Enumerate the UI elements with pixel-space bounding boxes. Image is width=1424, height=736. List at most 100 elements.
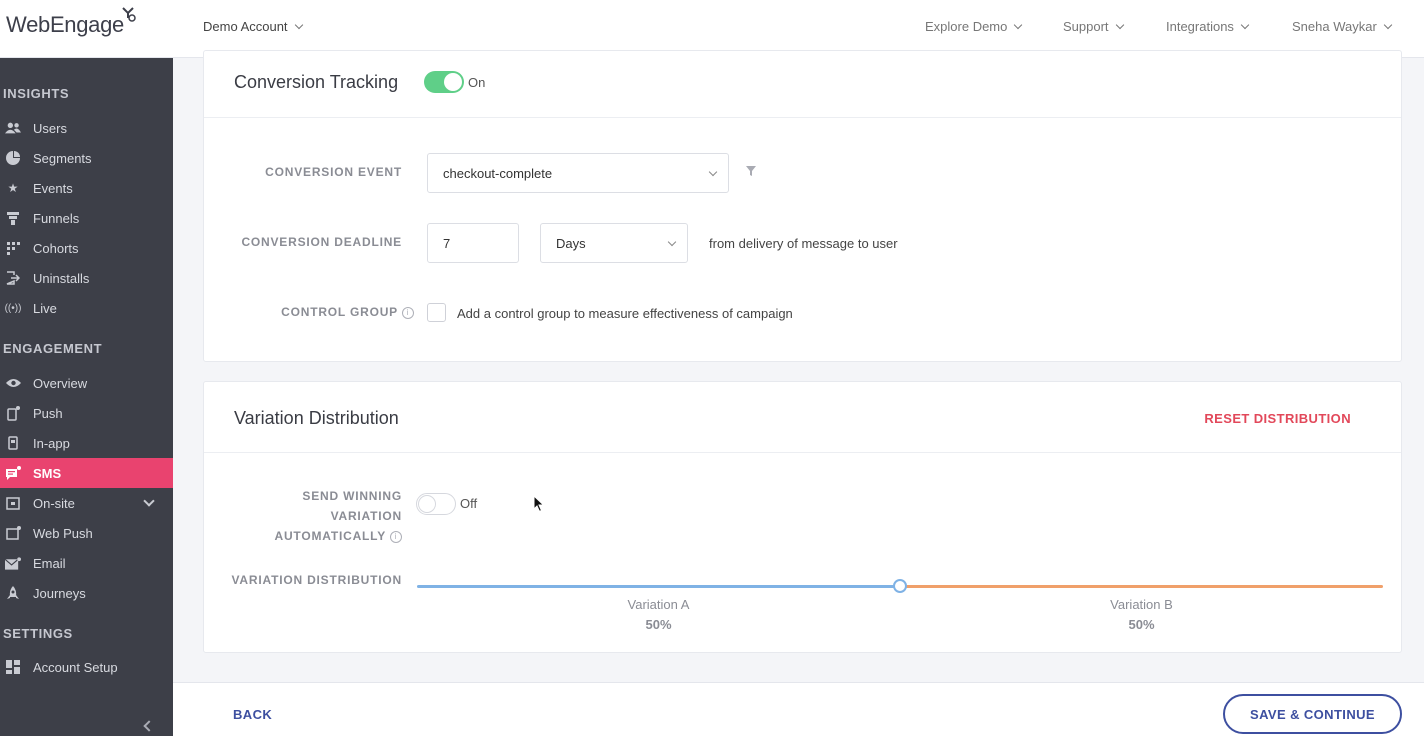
sidebar-item-push[interactable]: Push <box>0 398 173 428</box>
info-icon[interactable]: i <box>402 307 414 319</box>
grid-icon <box>5 241 21 255</box>
variation-distribution-label: VARIATION DISTRIBUTION <box>231 573 402 587</box>
conversion-event-label: CONVERSION EVENT <box>265 165 402 179</box>
distribution-slider[interactable] <box>417 578 1383 594</box>
mobile-icon <box>5 405 21 421</box>
sidebar-item-email[interactable]: Email <box>0 548 173 578</box>
nav-label: Explore Demo <box>925 19 1008 34</box>
chevron-down-icon <box>1240 20 1250 30</box>
conversion-event-select[interactable]: checkout-complete <box>427 153 729 193</box>
variation-b-track <box>900 585 1383 588</box>
sidebar-item-label: Cohorts <box>33 240 79 256</box>
nav-label: Integrations <box>1166 19 1234 34</box>
sidebar-item-overview[interactable]: Overview <box>0 368 173 398</box>
toggle-state-label: On <box>468 75 486 90</box>
rocket-icon <box>5 585 21 600</box>
funnel-icon <box>5 211 21 225</box>
exit-icon <box>5 271 21 285</box>
nav-user-menu[interactable]: Sneha Waykar <box>1292 19 1393 34</box>
sidebar-item-cohorts[interactable]: Cohorts <box>0 233 173 263</box>
label-line: SEND WINNING <box>302 489 402 503</box>
label-line-with-info: AUTOMATICALLY i <box>244 526 402 546</box>
nav-support[interactable]: Support <box>1063 19 1124 34</box>
info-icon[interactable]: i <box>390 531 402 543</box>
input-value: 7 <box>443 235 451 251</box>
select-value: checkout-complete <box>443 165 553 181</box>
dashboard-icon <box>5 660 21 674</box>
sidebar-item-label: Email <box>33 555 66 571</box>
save-continue-button[interactable]: SAVE & CONTINUE <box>1223 694 1402 734</box>
reset-distribution-button[interactable]: RESET DISTRIBUTION <box>1204 411 1351 426</box>
account-switcher[interactable]: Demo Account <box>203 19 303 34</box>
chevron-down-icon <box>667 237 677 247</box>
sidebar-item-label: Users <box>33 120 67 136</box>
sidebar-item-segments[interactable]: Segments <box>0 143 173 173</box>
sidebar-item-label: Funnels <box>33 210 80 226</box>
logo-text: WebEngage <box>6 12 124 37</box>
sidebar-item-users[interactable]: Users <box>0 113 173 143</box>
back-button[interactable]: BACK <box>233 707 272 722</box>
sidebar-item-sms[interactable]: SMS <box>0 458 173 488</box>
conversion-toggle[interactable] <box>424 71 464 93</box>
variation-distribution-card: Variation Distribution RESET DISTRIBUTIO… <box>203 381 1402 653</box>
chevron-down-icon <box>1383 20 1393 30</box>
sidebar-item-events[interactable]: ★ Events <box>0 173 173 203</box>
label-line: VARIATION <box>330 509 402 523</box>
sidebar-item-label: Events <box>33 180 73 196</box>
chevron-down-icon <box>1014 20 1023 30</box>
conversion-deadline-label: CONVERSION DEADLINE <box>241 235 402 249</box>
toggle-knob <box>418 495 436 513</box>
footer-bar: BACK SAVE & CONTINUE <box>173 682 1424 736</box>
chevron-down-icon <box>1115 20 1124 30</box>
sidebar-item-label: Push <box>33 405 63 421</box>
nav-label: Support <box>1063 19 1109 34</box>
sidebar-item-web-push[interactable]: Web Push <box>0 518 173 548</box>
sidebar-item-label: SMS <box>33 465 62 481</box>
mail-icon <box>5 556 21 570</box>
variation-a-percent: 50% <box>645 617 672 632</box>
chevron-down-icon <box>294 20 303 30</box>
variation-b-name: Variation B <box>1110 597 1173 612</box>
mouse-cursor-icon <box>533 495 545 513</box>
send-winning-toggle[interactable] <box>416 493 456 515</box>
deadline-value-input[interactable]: 7 <box>427 223 519 263</box>
filter-icon[interactable] <box>746 166 756 176</box>
sidebar-item-in-app[interactable]: In-app <box>0 428 173 458</box>
collapse-sidebar-icon[interactable] <box>143 720 155 732</box>
deadline-unit-select[interactable]: Days <box>540 223 688 263</box>
sms-icon <box>5 466 21 480</box>
sidebar-item-account-setup[interactable]: Account Setup <box>0 652 173 682</box>
user-name: Sneha Waykar <box>1292 19 1377 34</box>
variation-a-name: Variation A <box>627 597 690 612</box>
slider-handle[interactable] <box>893 579 907 593</box>
control-group-label: CONTROL GROUP i <box>244 305 414 319</box>
select-value: Days <box>556 235 586 251</box>
logo-mark-icon <box>122 7 136 22</box>
star-icon: ★ <box>7 181 19 195</box>
chevron-down-icon <box>708 167 718 177</box>
section-insights: INSIGHTS <box>3 86 70 101</box>
variation-a-track <box>417 585 900 588</box>
sidebar-item-live[interactable]: ((•)) Live <box>0 293 173 323</box>
window-icon <box>5 496 21 510</box>
webengage-logo[interactable]: WebEngage <box>6 7 136 38</box>
sidebar-item-label: In-app <box>33 435 70 451</box>
sidebar-item-journeys[interactable]: Journeys <box>0 578 173 608</box>
control-group-text: Add a control group to measure effective… <box>457 306 793 321</box>
sidebar-item-on-site[interactable]: On-site <box>0 488 173 518</box>
sidebar-item-uninstalls[interactable]: Uninstalls <box>0 263 173 293</box>
sidebar-item-label: Overview <box>33 375 88 391</box>
control-group-checkbox[interactable] <box>427 303 446 322</box>
nav-explore-demo[interactable]: Explore Demo <box>925 19 1023 34</box>
nav-integrations[interactable]: Integrations <box>1166 19 1250 34</box>
sidebar-item-label: Segments <box>33 150 92 166</box>
card-title: Conversion Tracking <box>234 72 399 92</box>
sidebar-item-funnels[interactable]: Funnels <box>0 203 173 233</box>
eye-icon <box>5 376 21 390</box>
account-name: Demo Account <box>203 19 288 34</box>
chevron-down-icon[interactable] <box>143 495 155 507</box>
sidebar: INSIGHTS Users Segments ★ Events Funnels… <box>0 58 173 736</box>
toggle-knob <box>444 73 462 91</box>
sidebar-item-label: Live <box>33 300 57 316</box>
users-icon <box>5 121 21 135</box>
